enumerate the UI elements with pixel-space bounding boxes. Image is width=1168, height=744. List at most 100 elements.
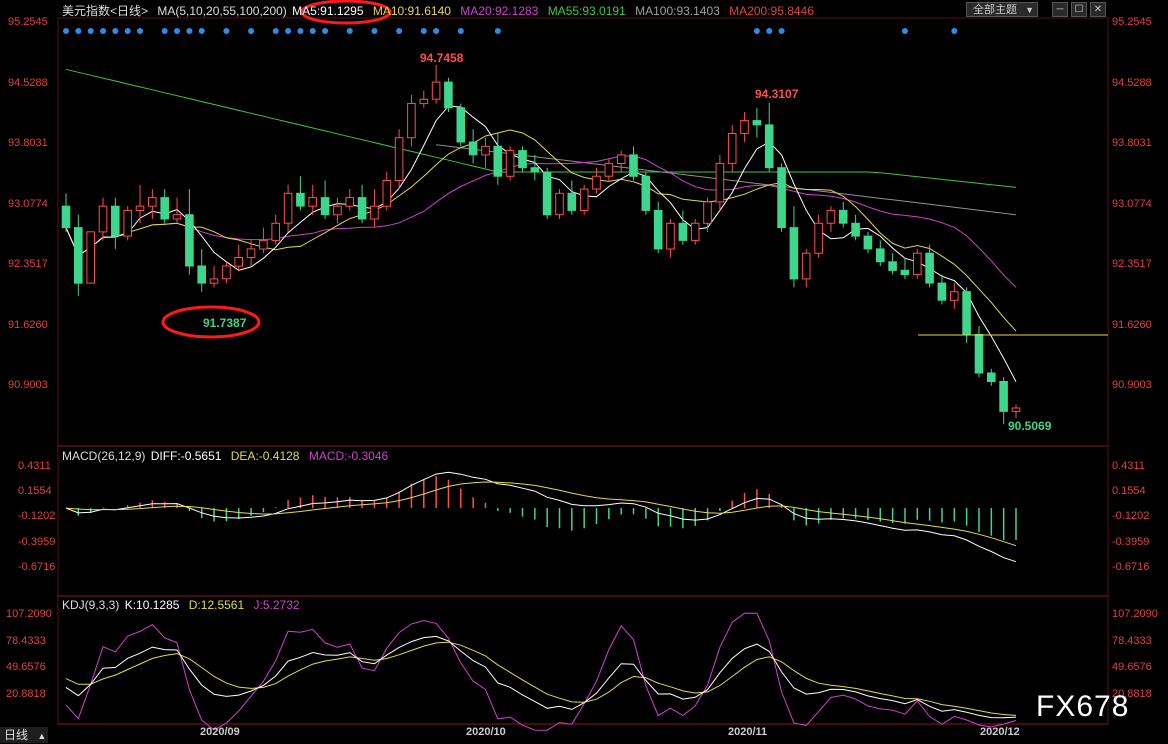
candle-body (444, 81, 453, 109)
ma20-line (65, 155, 1017, 288)
signal-dot (766, 28, 773, 34)
macd-tick: 0.4311 (18, 460, 51, 472)
chart-frame (57, 17, 1109, 725)
candle-body (259, 239, 268, 250)
candle-body (123, 209, 133, 237)
signal-dot (87, 28, 94, 34)
signal-dot (223, 28, 230, 34)
signal-dot (63, 28, 69, 34)
low-label-1: 91.7387 (203, 316, 247, 330)
candle-body (407, 103, 416, 139)
candle-body (197, 265, 206, 284)
signal-dot (778, 28, 785, 34)
candle-body (74, 227, 83, 284)
candle-body (974, 334, 984, 374)
candle-body (456, 107, 466, 143)
theme-dropdown-label: 全部主题 (973, 4, 1017, 16)
candle-body (740, 120, 749, 134)
candle-body (382, 180, 392, 207)
signal-dot (198, 28, 205, 34)
close-icon[interactable]: ✕ (1090, 2, 1106, 17)
chart-title[interactable]: 美元指数<日线> (62, 4, 148, 18)
candle-body (801, 252, 811, 280)
candle-body (308, 197, 317, 207)
kdj-header: KDJ(9,3,3) K:10.1285 D:12.5561 J:5.2732 (62, 598, 306, 612)
signal-dot (161, 28, 168, 34)
theme-dropdown[interactable]: 全部主题 ▼ (966, 2, 1038, 17)
kdj-k-line (65, 635, 1017, 719)
macd-label: MACD(26,12,9) (62, 449, 146, 463)
price-tick: 95.2545 (8, 16, 48, 28)
candle-body (172, 214, 182, 220)
candle-body (814, 222, 823, 254)
candle-body (394, 137, 404, 181)
macd-diff-line (65, 471, 1017, 563)
candle-body (851, 222, 860, 237)
stock-chart[interactable] (0, 0, 1168, 744)
candle-body (641, 175, 651, 211)
candle-body (987, 372, 996, 383)
kdj-tick: 49.6576 (1112, 661, 1152, 673)
candle-body (493, 145, 503, 177)
candle-body (925, 252, 934, 284)
macd-tick: -0.3959 (1112, 536, 1150, 548)
candle-body (234, 257, 243, 267)
price-tick: 95.2545 (1112, 16, 1152, 28)
price-tick: 90.9003 (8, 379, 48, 391)
signal-dot (272, 28, 279, 34)
candle-body (148, 197, 157, 207)
ma200-value: MA200:95.8446 (729, 4, 814, 18)
signal-dot (100, 28, 107, 34)
minimize-icon[interactable]: ─ (1052, 2, 1068, 17)
macd-tick: -0.1202 (18, 510, 56, 522)
candle-body (185, 214, 194, 267)
candle-body (888, 261, 897, 271)
candle-body (727, 133, 737, 164)
signal-dot (753, 28, 760, 34)
price-tick: 93.0774 (1112, 198, 1152, 210)
candle-body (913, 252, 922, 276)
candle-body (86, 231, 96, 284)
candle-body (1011, 407, 1021, 412)
signal-dot (124, 28, 131, 34)
maximize-icon[interactable]: ☐ (1071, 2, 1087, 17)
candle-body (135, 205, 145, 211)
signal-dot (112, 28, 119, 34)
candle-body (61, 205, 71, 229)
price-tick: 92.3517 (1112, 258, 1152, 270)
macd-tick: -0.1202 (1112, 510, 1150, 522)
candle-body (962, 291, 971, 336)
candle-body (592, 175, 601, 190)
price-tick: 94.5288 (8, 77, 48, 89)
period-selector[interactable]: 日线 ▲ (0, 727, 48, 743)
candle-body (826, 209, 836, 224)
candle-body (690, 222, 700, 241)
candle-body (320, 197, 330, 216)
high-label-2: 94.3107 (755, 87, 799, 101)
candle-body (209, 278, 219, 284)
period-label: 日线 (4, 728, 29, 742)
chevron-down-icon: ▼ (1025, 5, 1034, 15)
ma55-value: MA55:93.0191 (547, 4, 626, 18)
ma5-value: MA5:91.1295 (292, 4, 364, 18)
candle-body (876, 248, 885, 263)
signal-dot (297, 28, 304, 34)
price-tick: 93.8031 (1112, 137, 1152, 149)
price-tick: 93.0774 (8, 198, 48, 210)
kdj-label: KDJ(9,3,3) (62, 598, 120, 612)
candle-body (431, 81, 441, 100)
signal-dot (901, 28, 908, 34)
kdj-tick: 20.8818 (6, 688, 46, 700)
signal-dot (494, 28, 501, 34)
chevron-up-icon: ▲ (37, 731, 47, 741)
signal-dot (174, 28, 181, 34)
price-tick: 92.3517 (8, 258, 48, 270)
macd-tick: -0.3959 (18, 536, 56, 548)
signal-dot (285, 28, 292, 34)
candle-body (98, 205, 108, 233)
watermark: FX678 (1036, 690, 1130, 723)
macd-header: MACD(26,12,9) DIFF:-0.5651 DEA:-0.4128 M… (62, 449, 394, 463)
candle-body (283, 192, 293, 224)
price-tick: 93.8031 (8, 137, 48, 149)
price-tick: 94.5288 (1112, 77, 1152, 89)
